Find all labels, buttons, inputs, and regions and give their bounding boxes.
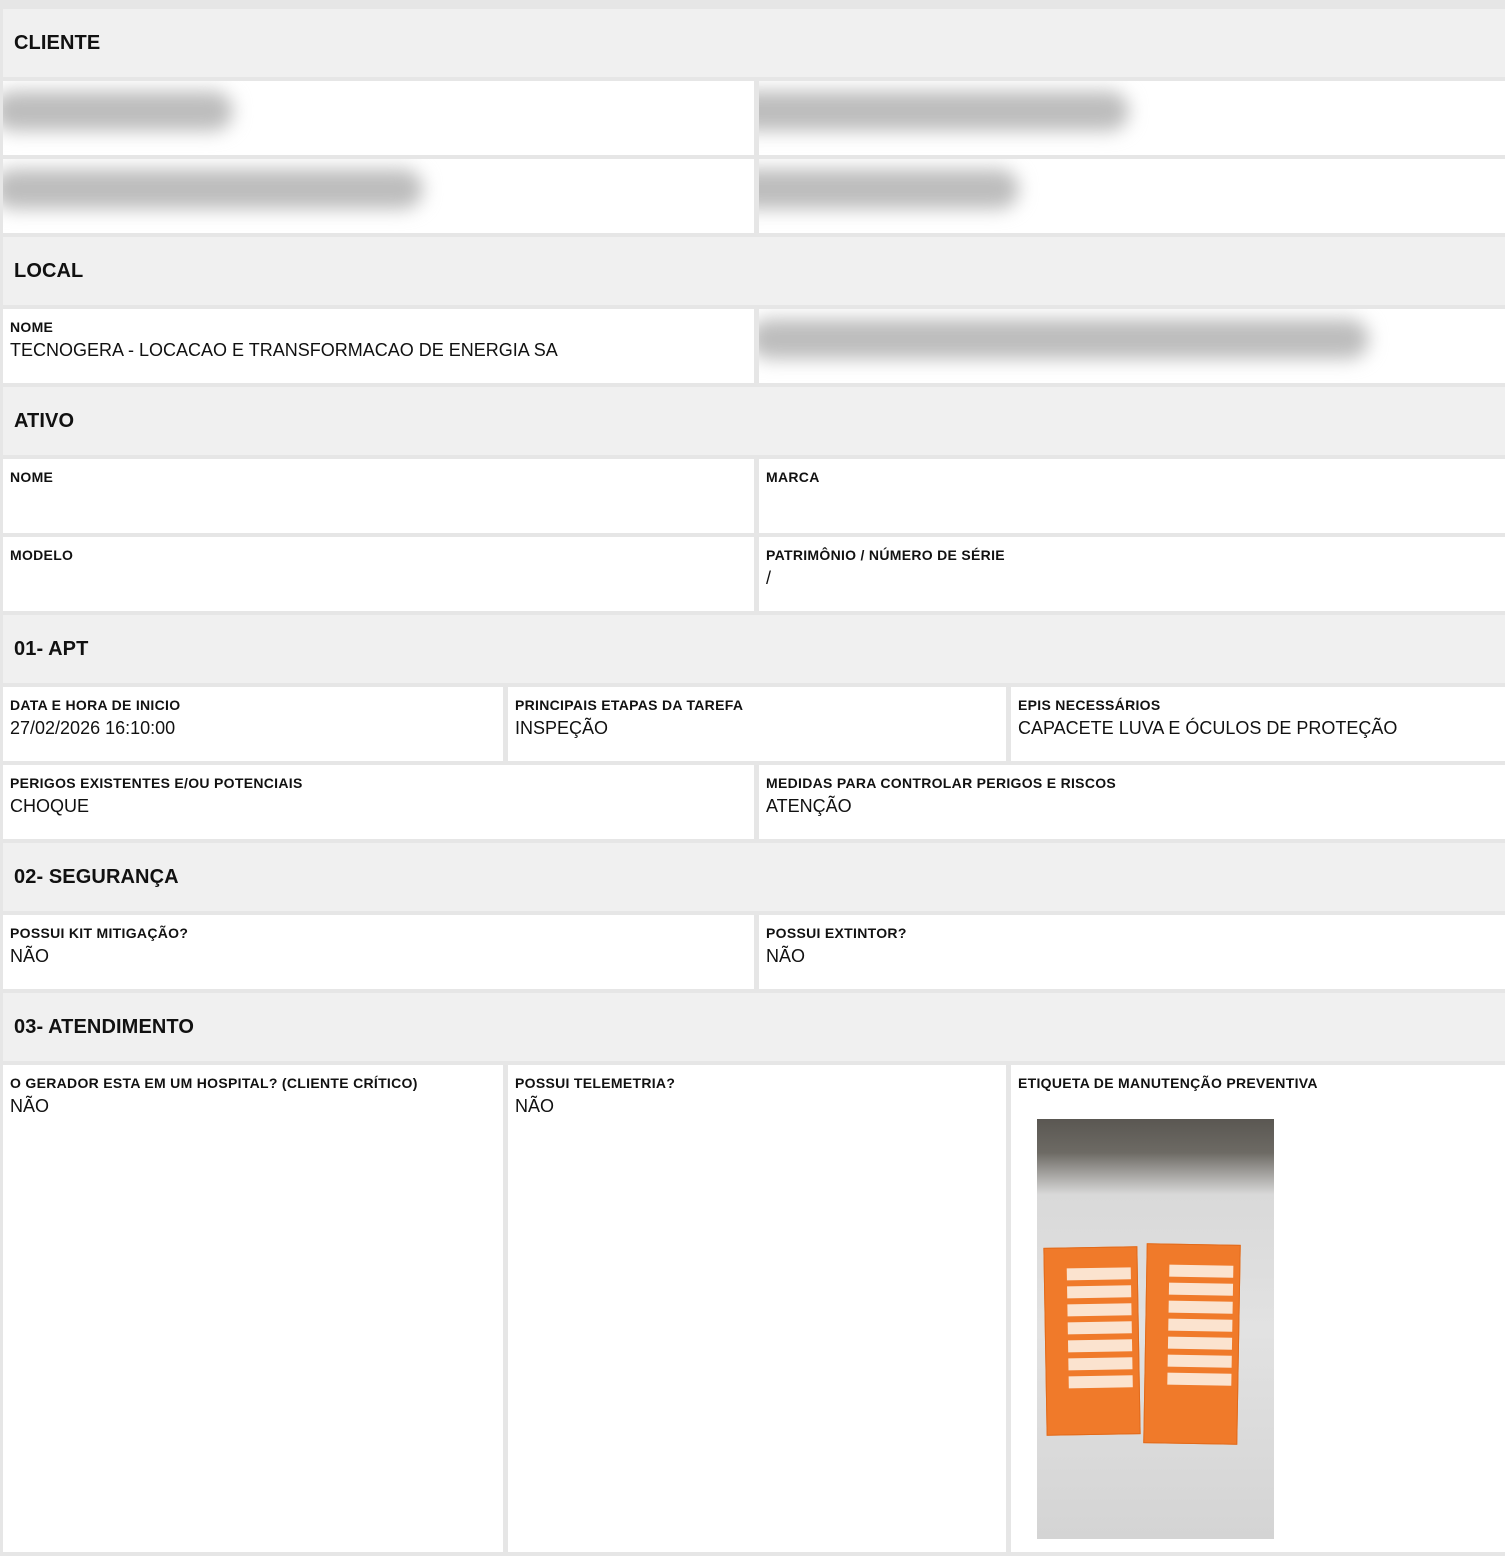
field-label: MARCA: [766, 469, 820, 485]
redacted-text: [3, 91, 233, 131]
field-label: MODELO: [10, 547, 74, 563]
field-label: DATA E HORA DE INICIO: [10, 697, 181, 713]
redacted-text: [759, 319, 1369, 359]
maintenance-tag-right: [1143, 1243, 1241, 1445]
field-value: /: [766, 568, 772, 588]
apt-perigos-field: PERIGOS EXISTENTES E/OU POTENCIAIS CHOQU…: [3, 765, 754, 839]
cliente-field-redacted-4: [759, 159, 1505, 233]
field-label: NOME: [10, 469, 54, 485]
maintenance-label-photo[interactable]: [1037, 1119, 1274, 1539]
cliente-field-redacted-2: [759, 81, 1505, 155]
cliente-row-1: [3, 81, 1505, 155]
ativo-marca-field: MARCA: [759, 459, 1505, 533]
field-label: MEDIDAS PARA CONTROLAR PERIGOS E RISCOS: [766, 775, 1117, 791]
section-header-local: LOCAL: [3, 237, 1505, 305]
section-header-atendimento: 03- ATENDIMENTO: [3, 993, 1505, 1061]
redacted-text: [759, 169, 1019, 209]
section-header-apt: 01- APT: [3, 615, 1505, 683]
local-nome-field: NOME TECNOGERA - LOCACAO E TRANSFORMACAO…: [3, 309, 754, 383]
field-value: NÃO: [10, 1096, 50, 1116]
field-label: O GERADOR ESTA EM UM HOSPITAL? (CLIENTE …: [10, 1075, 418, 1091]
section-header-ativo: ATIVO: [3, 387, 1505, 455]
field-label: NOME: [10, 319, 54, 335]
atendimento-hospital-field: O GERADOR ESTA EM UM HOSPITAL? (CLIENTE …: [3, 1065, 503, 1552]
local-row-1: NOME TECNOGERA - LOCACAO E TRANSFORMACAO…: [3, 309, 1505, 383]
cliente-row-2: [3, 159, 1505, 233]
seguranca-extintor-field: POSSUI EXTINTOR? NÃO: [759, 915, 1505, 989]
redacted-text: [759, 91, 1129, 131]
field-value: CHOQUE: [10, 796, 90, 816]
field-value: ATENÇÃO: [766, 796, 852, 816]
ativo-row-1: NOME MARCA: [3, 459, 1505, 533]
field-value: 27/02/2026 16:10:00: [10, 718, 176, 738]
apt-epis-field: EPIS NECESSÁRIOS CAPACETE LUVA E ÓCULOS …: [1011, 687, 1505, 761]
atendimento-telemetria-field: POSSUI TELEMETRIA? NÃO: [508, 1065, 1006, 1552]
seguranca-row-1: POSSUI KIT MITIGAÇÃO? NÃO POSSUI EXTINTO…: [3, 915, 1505, 989]
ativo-nome-field: NOME: [3, 459, 754, 533]
cliente-field-redacted-3: [3, 159, 754, 233]
apt-row-1: DATA E HORA DE INICIO 27/02/2026 16:10:0…: [3, 687, 1505, 761]
field-label: POSSUI EXTINTOR?: [766, 925, 907, 941]
field-value: NÃO: [10, 946, 50, 966]
ativo-patrimonio-field: PATRIMÔNIO / NÚMERO DE SÉRIE /: [759, 537, 1505, 611]
field-label: EPIS NECESSÁRIOS: [1018, 697, 1161, 713]
field-value: INSPEÇÃO: [515, 718, 609, 738]
seguranca-kit-field: POSSUI KIT MITIGAÇÃO? NÃO: [3, 915, 754, 989]
field-label: PATRIMÔNIO / NÚMERO DE SÉRIE: [766, 547, 1005, 563]
report-page: CLIENTE LOCAL NOME TECNOGERA - LOCACAO E…: [3, 9, 1505, 1556]
field-label: PERIGOS EXISTENTES E/OU POTENCIAIS: [10, 775, 303, 791]
field-value: NÃO: [515, 1096, 555, 1116]
section-header-cliente: CLIENTE: [3, 9, 1505, 77]
apt-data-inicio-field: DATA E HORA DE INICIO 27/02/2026 16:10:0…: [3, 687, 503, 761]
apt-etapas-field: PRINCIPAIS ETAPAS DA TAREFA INSPEÇÃO: [508, 687, 1006, 761]
apt-row-2: PERIGOS EXISTENTES E/OU POTENCIAIS CHOQU…: [3, 765, 1505, 839]
field-label: POSSUI KIT MITIGAÇÃO?: [10, 925, 189, 941]
atendimento-row-1: O GERADOR ESTA EM UM HOSPITAL? (CLIENTE …: [3, 1065, 1505, 1552]
field-label: POSSUI TELEMETRIA?: [515, 1075, 676, 1091]
field-label: ETIQUETA DE MANUTENÇÃO PREVENTIVA: [1018, 1075, 1318, 1091]
apt-medidas-field: MEDIDAS PARA CONTROLAR PERIGOS E RISCOS …: [759, 765, 1505, 839]
field-value: NÃO: [766, 946, 806, 966]
local-field-redacted: [759, 309, 1505, 383]
section-header-seguranca: 02- SEGURANÇA: [3, 843, 1505, 911]
field-value: TECNOGERA - LOCACAO E TRANSFORMACAO DE E…: [10, 340, 558, 360]
atendimento-etiqueta-field: ETIQUETA DE MANUTENÇÃO PREVENTIVA: [1011, 1065, 1505, 1552]
redacted-text: [3, 169, 423, 209]
field-label: PRINCIPAIS ETAPAS DA TAREFA: [515, 697, 744, 713]
field-value: CAPACETE LUVA E ÓCULOS DE PROTEÇÃO: [1018, 718, 1398, 738]
ativo-modelo-field: MODELO: [3, 537, 754, 611]
cliente-field-redacted-1: [3, 81, 754, 155]
ativo-row-2: MODELO PATRIMÔNIO / NÚMERO DE SÉRIE /: [3, 537, 1505, 611]
maintenance-tag-left: [1043, 1246, 1141, 1436]
